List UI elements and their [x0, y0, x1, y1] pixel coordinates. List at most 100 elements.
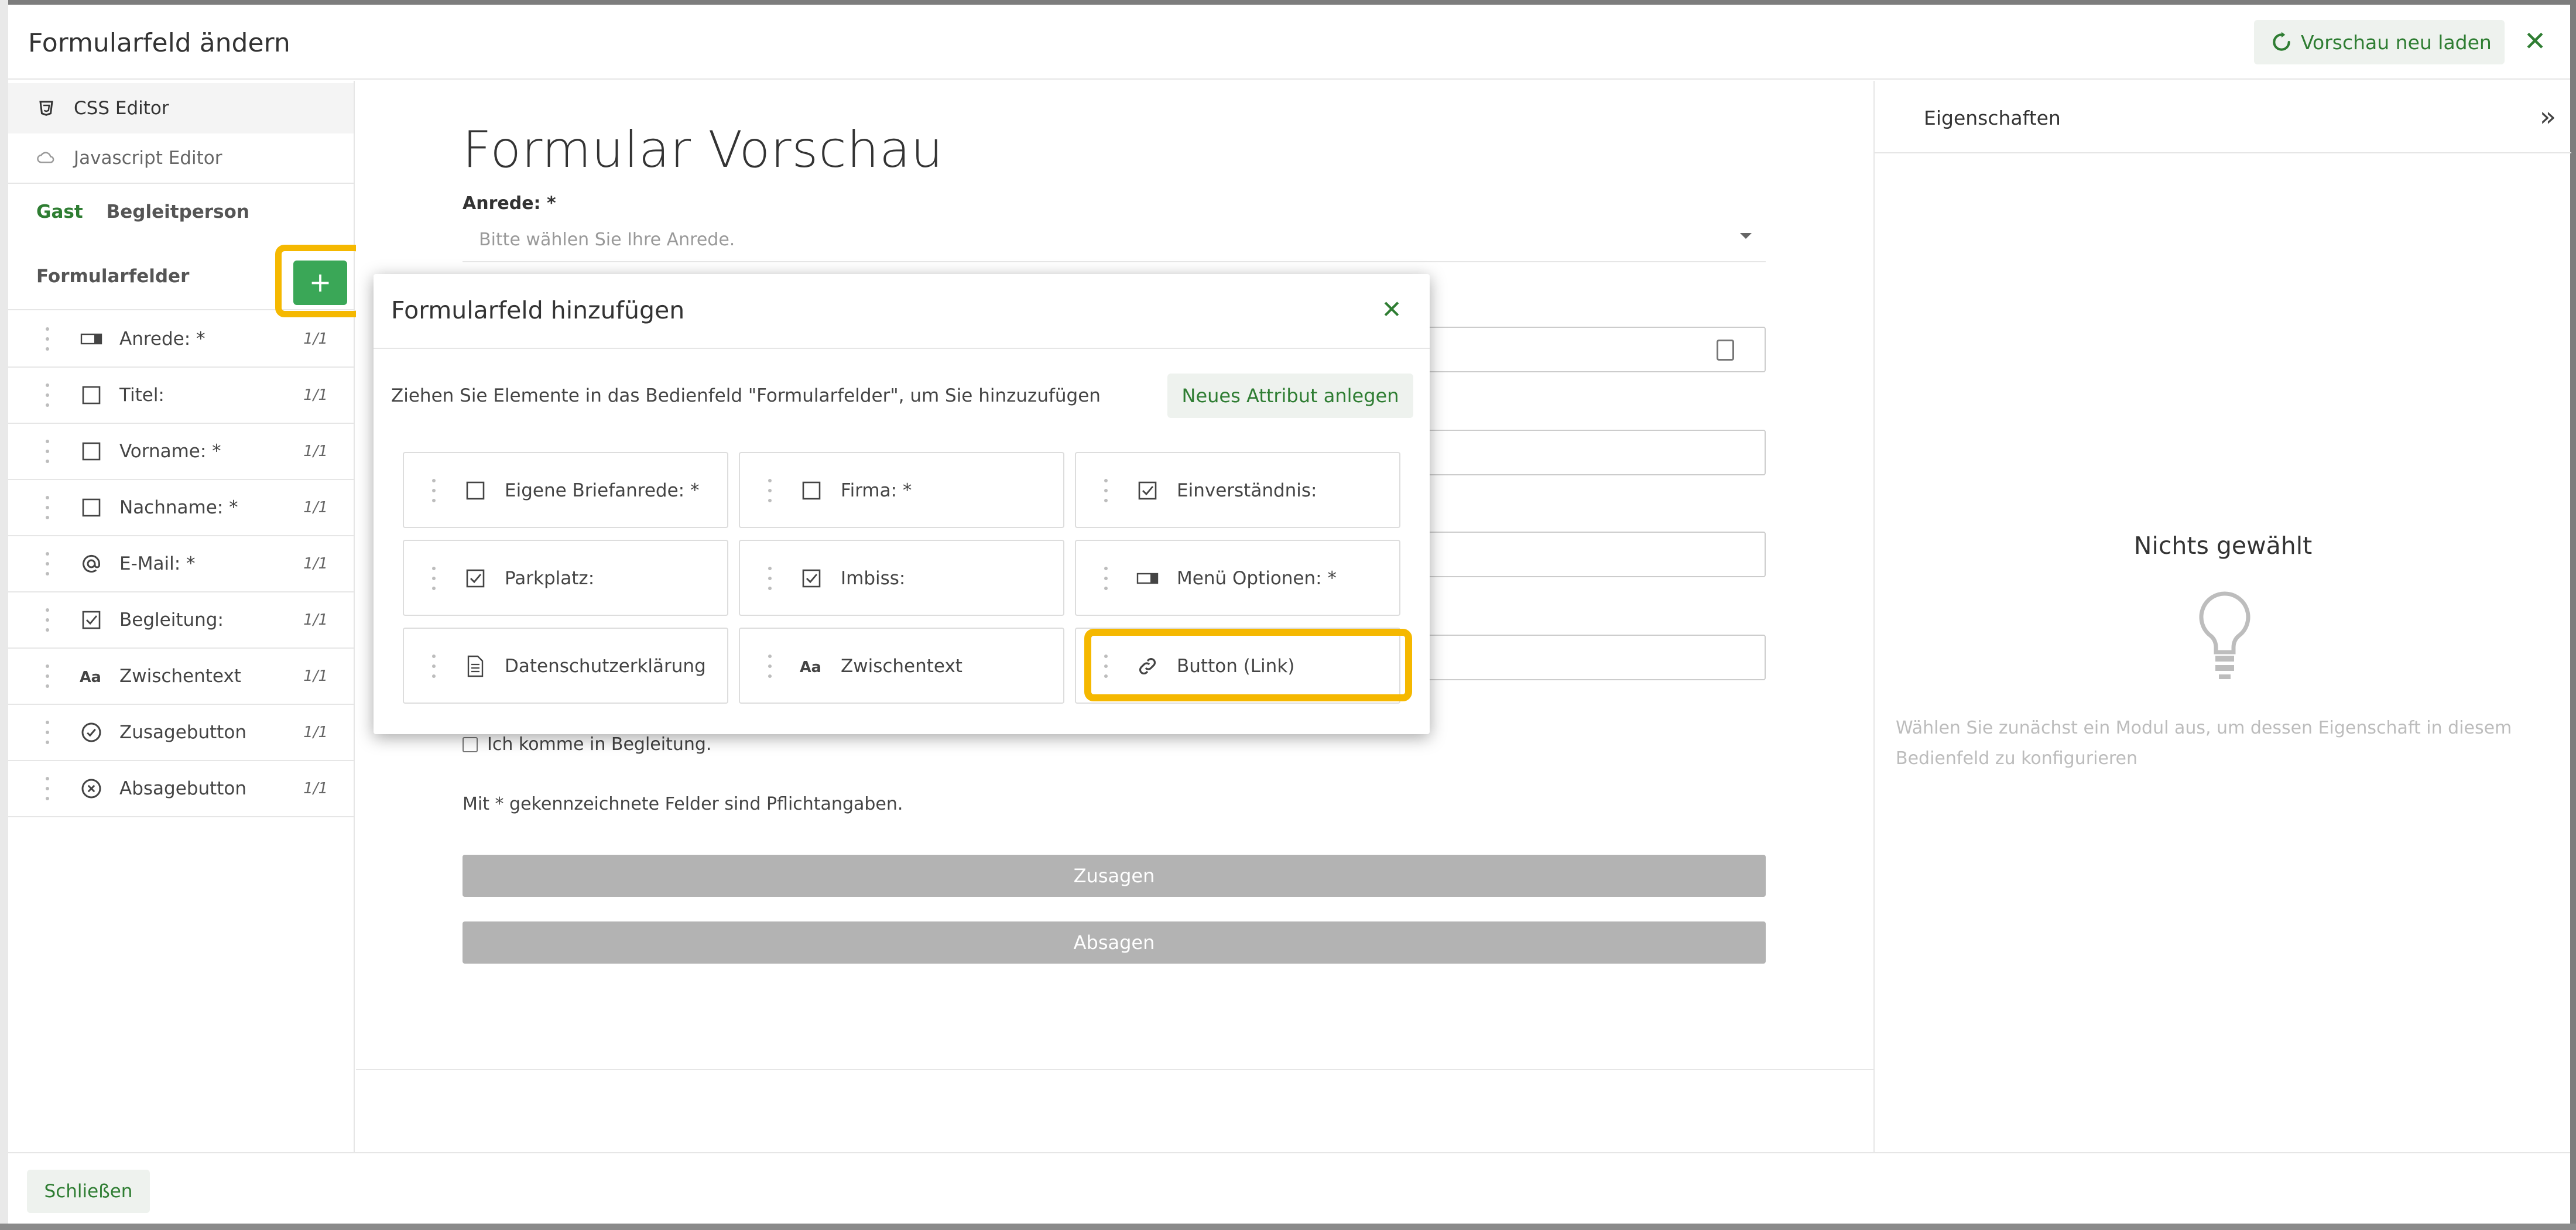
checkbox-icon	[800, 567, 823, 590]
drag-handle-icon[interactable]	[1104, 479, 1109, 502]
accept-button[interactable]: Zusagen	[463, 855, 1766, 897]
tile-label: Menü Optionen: *	[1177, 568, 1337, 589]
drag-handle-icon[interactable]	[46, 440, 50, 463]
css-editor-label: CSS Editor	[74, 98, 169, 119]
field-name: Titel:	[119, 385, 165, 406]
add-form-field-dialog: Formularfeld hinzufügen ✕ Ziehen Sie Ele…	[374, 274, 1430, 734]
decline-button[interactable]: Absagen	[463, 921, 1766, 964]
drag-handle-icon[interactable]	[768, 479, 773, 502]
drag-handle-icon[interactable]	[1104, 567, 1109, 590]
css3-icon	[36, 98, 56, 118]
text-icon: Aa	[80, 664, 103, 688]
field-name: Vorname: *	[119, 441, 221, 462]
dialog-instruction: Ziehen Sie Elemente in das Bedienfeld "F…	[391, 385, 1101, 406]
reload-preview-label: Vorschau neu laden	[2301, 30, 2492, 54]
field-name: Absagebutton	[119, 778, 247, 799]
field-count: 1/1	[303, 330, 328, 348]
field-count: 1/1	[303, 386, 328, 404]
field-count: 1/1	[303, 724, 328, 741]
list-item[interactable]: Begleitung: 1/1	[8, 592, 354, 649]
field-name: E-Mail: *	[119, 553, 196, 574]
field-tile-firma[interactable]: Firma: *	[739, 452, 1064, 528]
list-item[interactable]: Absagebutton 1/1	[8, 761, 354, 817]
check-circle-icon	[80, 721, 103, 744]
list-item[interactable]: Nachname: * 1/1	[8, 480, 354, 536]
anrede-placeholder: Bitte wählen Sie Ihre Anrede.	[479, 229, 735, 250]
field-tile-briefanrede[interactable]: Eigene Briefanrede: *	[403, 452, 728, 528]
add-button-highlight: +	[275, 245, 364, 317]
properties-title: Eigenschaften	[1924, 107, 2061, 129]
companion-checkbox-row[interactable]: Ich komme in Begleitung.	[463, 734, 711, 755]
svg-text:Aa: Aa	[800, 659, 821, 676]
drag-handle-icon[interactable]	[432, 567, 437, 590]
field-tile-zwischentext[interactable]: Aa Zwischentext	[739, 628, 1064, 704]
field-count: 1/1	[303, 611, 328, 629]
list-item[interactable]: Vorname: * 1/1	[8, 424, 354, 480]
drag-handle-icon[interactable]	[46, 383, 50, 407]
list-item[interactable]: Anrede: * 1/1	[8, 311, 354, 368]
form-fields-header: Formularfelder +	[8, 245, 364, 317]
drag-handle-icon[interactable]	[432, 479, 437, 502]
field-tile-einverstaendnis[interactable]: Einverständnis:	[1075, 452, 1400, 528]
drag-handle-icon[interactable]	[768, 567, 773, 590]
drag-handle-icon[interactable]	[768, 655, 773, 678]
properties-panel: Eigenschaften » Nichts gewählt Wählen Si…	[1873, 81, 2571, 1152]
window-title: Formularfeld ändern	[28, 28, 290, 58]
drag-handle-icon[interactable]	[46, 664, 50, 688]
field-tile-parkplatz[interactable]: Parkplatz:	[403, 540, 728, 616]
cloud-code-icon	[36, 148, 56, 168]
tab-gast[interactable]: Gast	[36, 201, 83, 222]
at-icon	[80, 552, 103, 575]
background-overlay-bottom	[0, 1224, 2576, 1230]
textbox-icon	[800, 479, 823, 502]
refresh-icon	[2270, 31, 2293, 53]
add-field-button[interactable]: +	[293, 261, 347, 305]
select-icon	[80, 327, 103, 351]
anrede-label: Anrede: *	[463, 193, 556, 214]
window-footer: Schließen	[8, 1152, 2570, 1224]
sidebar: CSS Editor Javascript Editor Gast Beglei…	[8, 81, 364, 1152]
list-item[interactable]: Aa Zwischentext 1/1	[8, 649, 354, 705]
autofill-icon	[1717, 340, 1734, 361]
reload-preview-button[interactable]: Vorschau neu laden	[2254, 20, 2505, 64]
field-name: Anrede: *	[119, 328, 205, 350]
companion-checkbox[interactable]	[463, 736, 478, 752]
new-attribute-button[interactable]: Neues Attribut anlegen	[1167, 374, 1413, 418]
dialog-title: Formularfeld hinzufügen	[391, 296, 685, 324]
field-name: Zwischentext	[119, 666, 241, 687]
field-tile-datenschutz[interactable]: Datenschutzerklärung	[403, 628, 728, 704]
tile-label: Einverständnis:	[1177, 480, 1317, 501]
drag-handle-icon[interactable]	[46, 496, 50, 519]
nothing-selected-title: Nichts gewählt	[2133, 532, 2313, 560]
field-tile-menue-optionen[interactable]: Menü Optionen: *	[1075, 540, 1400, 616]
textbox-icon	[80, 496, 103, 519]
anrede-select[interactable]: Bitte wählen Sie Ihre Anrede.	[463, 215, 1766, 262]
drag-handle-icon[interactable]	[46, 608, 50, 632]
tile-label: Parkplatz:	[505, 568, 595, 589]
tab-begleitperson[interactable]: Begleitperson	[107, 201, 249, 222]
field-count: 1/1	[303, 780, 328, 797]
drag-handle-icon[interactable]	[46, 327, 50, 351]
tile-label: Firma: *	[841, 480, 912, 501]
css-editor-link[interactable]: CSS Editor	[8, 83, 354, 133]
tile-label: Zwischentext	[841, 656, 962, 677]
list-item[interactable]: E-Mail: * 1/1	[8, 536, 354, 592]
dialog-close-icon[interactable]: ✕	[1377, 295, 1406, 324]
guest-tabs: Gast Begleitperson	[36, 201, 249, 222]
window-close-icon[interactable]: ✕	[2521, 27, 2549, 55]
edit-form-field-window: Formularfeld ändern Vorschau neu laden ✕…	[8, 5, 2571, 1224]
field-name: Nachname: *	[119, 497, 238, 518]
drag-handle-icon[interactable]	[46, 721, 50, 744]
drag-handle-icon[interactable]	[432, 655, 437, 678]
javascript-editor-link[interactable]: Javascript Editor	[8, 133, 354, 184]
checkbox-icon	[464, 567, 487, 590]
close-button[interactable]: Schließen	[27, 1170, 150, 1213]
field-tile-imbiss[interactable]: Imbiss:	[739, 540, 1064, 616]
collapse-panel-icon[interactable]: »	[2540, 101, 2556, 132]
drag-handle-icon[interactable]	[46, 777, 50, 800]
form-fields-label: Formularfelder	[36, 266, 190, 287]
drag-handle-icon[interactable]	[46, 552, 50, 575]
list-item[interactable]: Titel: 1/1	[8, 368, 354, 424]
x-circle-icon	[80, 777, 103, 800]
list-item[interactable]: Zusagebutton 1/1	[8, 705, 354, 761]
